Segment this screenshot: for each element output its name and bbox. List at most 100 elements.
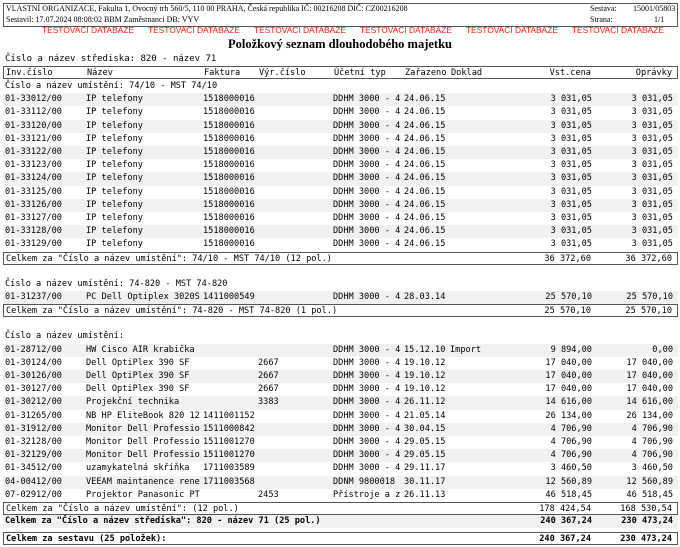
name-cell: Dell OptiPlex 390 SF xyxy=(86,384,190,395)
date-placed-cell: 30.04.15 xyxy=(404,423,446,434)
date-placed-cell: 24.06.15 xyxy=(404,107,446,118)
date-placed-cell: 24.06.15 xyxy=(404,94,446,105)
depreciation-cell: 3 031,05 xyxy=(631,173,673,184)
entry-price-cell: 3 031,05 xyxy=(550,120,592,131)
inv-number-cell: 01-33122/00 xyxy=(5,147,62,157)
entry-price-cell: 3 031,05 xyxy=(550,147,592,157)
column-header-name: Název xyxy=(87,68,113,78)
inv-number-cell: 01-30126/00 xyxy=(5,371,62,381)
invoice-cell: 1411000549 xyxy=(203,292,255,302)
inv-number-cell: 01-33128/00 xyxy=(5,226,62,237)
invoice-cell: 1518000016 xyxy=(203,173,255,184)
date-placed-cell: 24.06.15 xyxy=(404,133,446,144)
inv-number-cell: 01-31912/00 xyxy=(5,423,62,434)
depreciation-cell: 4 706,90 xyxy=(631,437,673,447)
name-cell: Projekční technika xyxy=(86,397,180,408)
invoice-cell: 1511000842 xyxy=(203,423,255,434)
inv-number-cell: 01-33112/00 xyxy=(5,107,62,118)
name-cell: Projektor Panasonic PT xyxy=(86,489,200,500)
date-placed-cell: 24.06.15 xyxy=(404,186,446,197)
table-row: 07-02912/00 Projektor Panasonic PT 2453 Pří… xyxy=(3,489,678,502)
total-entry-price: 240 367,24 xyxy=(539,534,591,545)
account-type-cell: DDHM 3000 - 4 xyxy=(333,384,401,395)
table-row: 01-33112/00 IP telefony 1518000016 DDHM 300… xyxy=(3,106,678,119)
group-heading: Číslo a název umístění: 74/10 - MST 74/1… xyxy=(3,80,678,93)
sestava-value: 15001/05803 xyxy=(633,4,676,13)
invoice-cell: 1711003568 xyxy=(203,476,255,487)
name-cell: IP telefony xyxy=(86,107,143,118)
account-type-cell: DDHM 3000 - 4 xyxy=(333,239,401,250)
account-type-cell: DDHM 3000 - 4 xyxy=(333,292,401,302)
table-row: 01-30124/00 Dell OptiPlex 390 SF 2667 DDHM … xyxy=(3,357,678,370)
name-cell: Monitor Dell Professio xyxy=(86,450,200,461)
table-row: 01-30126/00 Dell OptiPlex 390 SF 2667 DDHM … xyxy=(3,370,678,384)
total-depreciation: 25 570,10 xyxy=(625,306,672,317)
date-placed-cell: 19.10.12 xyxy=(404,371,446,381)
total-entry-price: 36 372,60 xyxy=(544,253,591,264)
date-placed-cell: 24.06.15 xyxy=(404,120,446,131)
table-header: Inv.číslo Název Faktura Výr.číslo Účetní typ… xyxy=(3,66,678,80)
test-database-watermark: TESTOVACÍ DATABÁZE TESTOVACÍ DATABÁZE TEST… xyxy=(42,25,678,35)
name-cell: IP telefony xyxy=(86,239,143,250)
depreciation-cell: 3 031,05 xyxy=(631,133,673,144)
entry-price-cell: 3 031,05 xyxy=(550,160,592,171)
name-cell: Monitor Dell Professio xyxy=(86,437,200,447)
account-type-cell: DDHM 3000 - 4 xyxy=(333,133,401,144)
table-row: 01-31237/00 PC Dell Optiplex 3020S 1411000… xyxy=(3,291,678,305)
depreciation-cell: 12 560,89 xyxy=(626,476,673,487)
depreciation-cell: 3 031,05 xyxy=(631,160,673,171)
depreciation-cell: 26 134,00 xyxy=(626,410,673,421)
total-depreciation: 36 372,60 xyxy=(625,253,672,264)
table-row: 01-33129/00 IP telefony 1518000016 DDHM 300… xyxy=(3,238,678,251)
watermark-text: TESTOVACÍ DATABÁZE xyxy=(147,25,240,35)
entry-price-cell: 3 031,05 xyxy=(550,226,592,237)
date-placed-cell: 29.05.15 xyxy=(404,450,446,461)
total-depreciation: 230 473,24 xyxy=(621,516,673,527)
account-type-cell: DDNM 9800018 xyxy=(333,476,396,487)
date-placed-cell: 24.06.15 xyxy=(404,160,446,171)
account-type-cell: DDHM 3000 - 4 xyxy=(333,120,401,131)
account-type-cell: DDHM 3000 - 4 xyxy=(333,437,401,447)
sestava-label: Sestava: xyxy=(590,4,617,13)
name-cell: Monitor Dell Professio xyxy=(86,423,200,434)
name-cell: IP telefony xyxy=(86,94,143,105)
account-type-cell: DDHM 3000 - 4 xyxy=(333,173,401,184)
entry-price-cell: 3 031,05 xyxy=(550,173,592,184)
table-row: 01-33012/00 IP telefony 1518000016 DDHM 300… xyxy=(3,93,678,107)
depreciation-cell: 3 031,05 xyxy=(631,120,673,131)
inv-number-cell: 01-33120/00 xyxy=(5,120,62,131)
depreciation-cell: 3 031,05 xyxy=(631,107,673,118)
table-row: 01-33125/00 IP telefony 1518000016 DDHM 300… xyxy=(3,186,678,199)
depreciation-cell: 3 031,05 xyxy=(631,94,673,105)
strana-label: Strana: xyxy=(590,15,613,24)
account-type-cell: DDHM 3000 - 4 xyxy=(333,410,401,421)
entry-price-cell: 3 031,05 xyxy=(550,213,592,223)
date-placed-cell: 26.11.12 xyxy=(404,397,446,408)
entry-price-cell: 17 040,00 xyxy=(545,371,592,381)
inv-number-cell: 01-30124/00 xyxy=(5,357,62,368)
name-cell: IP telefony xyxy=(86,160,143,171)
account-type-cell: DDHM 3000 - 4 xyxy=(333,371,401,381)
entry-price-cell: 25 570,10 xyxy=(545,292,592,302)
table-row: 01-33121/00 IP telefony 1518000016 DDHM 300… xyxy=(3,133,678,146)
depreciation-cell: 46 518,45 xyxy=(626,489,673,500)
entry-price-cell: 17 040,00 xyxy=(545,384,592,395)
group-heading: Číslo a název umístění: xyxy=(3,330,678,343)
depreciation-cell: 17 040,00 xyxy=(626,357,673,368)
depreciation-cell: 3 031,05 xyxy=(631,213,673,223)
inv-number-cell: 01-28712/00 xyxy=(5,344,62,355)
depreciation-cell: 3 031,05 xyxy=(631,199,673,210)
total-entry-price: 25 570,10 xyxy=(544,306,591,317)
depreciation-cell: 3 031,05 xyxy=(631,186,673,197)
strana-value: 1/1 xyxy=(654,15,665,24)
account-type-cell: DDHM 3000 - 4 xyxy=(333,186,401,197)
account-type-cell: DDHM 3000 - 4 xyxy=(333,397,401,408)
inv-number-cell: 01-33124/00 xyxy=(5,173,62,184)
depreciation-cell: 0,00 xyxy=(652,344,673,355)
watermark-text: TESTOVACÍ DATABÁZE xyxy=(465,25,558,35)
name-cell: IP telefony xyxy=(86,147,143,157)
inv-number-cell: 01-32129/00 xyxy=(5,450,62,461)
account-type-cell: DDHM 3000 - 4 xyxy=(333,423,401,434)
invoice-cell: 1518000016 xyxy=(203,213,255,223)
inv-number-cell: 01-33123/00 xyxy=(5,160,62,171)
